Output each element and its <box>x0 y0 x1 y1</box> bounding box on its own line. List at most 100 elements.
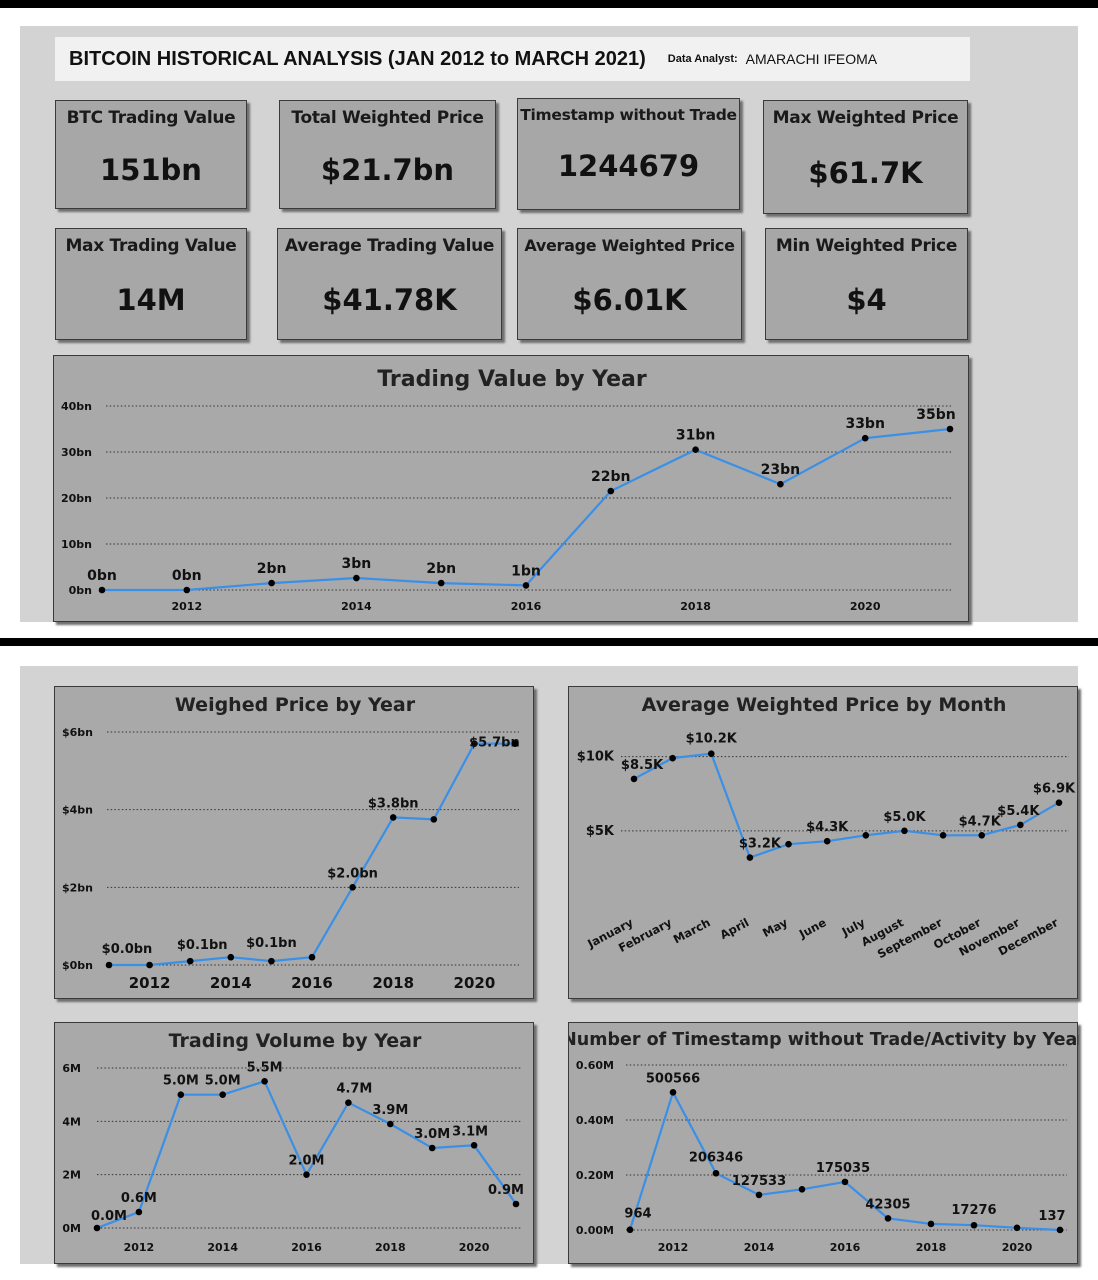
data-point <box>183 586 191 594</box>
data-label: 5.0M <box>205 1074 241 1089</box>
data-label: 3.9M <box>372 1103 408 1118</box>
analyst-name: AMARACHI IFEOMA <box>745 51 878 67</box>
data-label: 2.0M <box>289 1154 325 1169</box>
data-point <box>707 750 715 757</box>
data-label: 3.1M <box>452 1124 488 1139</box>
data-point <box>268 579 275 587</box>
data-point <box>927 1220 935 1228</box>
kpi-card-min-weighted-price: Min Weighted Price $4 <box>765 228 968 340</box>
data-label: 31bn <box>676 428 715 444</box>
kpi-card-btc-trading-value: BTC Trading Value 151bn <box>55 100 247 209</box>
data-point <box>901 827 908 835</box>
data-label: 0.9M <box>488 1183 524 1198</box>
data-point <box>1055 799 1063 806</box>
chart-title: Trading Volume by Year <box>169 1030 422 1052</box>
data-label: 0bn <box>172 568 202 584</box>
series-line <box>109 742 515 967</box>
x-tick-label: 2020 <box>1002 1241 1033 1254</box>
kpi-label: Timestamp without Trade <box>520 106 737 124</box>
data-point <box>841 1178 849 1186</box>
data-point <box>777 480 784 488</box>
chart-svg: Trading Value by Year 0bn 10bn 20bn 30bn 40bn… <box>61 367 956 613</box>
data-label: $2.0bn <box>327 866 378 881</box>
x-tick-label: 2014 <box>210 974 252 992</box>
data-label: 137 <box>1038 1209 1065 1224</box>
data-label: 2bn <box>257 561 287 577</box>
kpi-label: Max Trading Value <box>65 236 237 256</box>
chart-timestamp-without-trade-by-year: Number of Timestamp without Trade/Activi… <box>568 1022 1079 1264</box>
x-tick-label: 2012 <box>129 974 171 992</box>
data-point <box>626 1226 634 1234</box>
data-label: 3.0M <box>414 1127 450 1142</box>
x-tick-label: 2016 <box>830 1241 861 1254</box>
x-tick-label: 2014 <box>207 1241 238 1254</box>
y-tick-label: 0.20M <box>576 1169 614 1182</box>
data-point <box>861 434 869 442</box>
top-divider <box>0 0 1098 8</box>
analyst-label: Data Analyst: <box>667 53 738 65</box>
chart-title: Number of Timestamp without Trade/Activi… <box>569 1030 1079 1050</box>
x-tick-label: June <box>796 915 829 941</box>
data-point <box>349 884 356 891</box>
data-label: 0.6M <box>121 1191 157 1206</box>
x-tick-label: 2020 <box>850 600 881 613</box>
data-point <box>387 1120 394 1128</box>
y-tick-label: 0.60M <box>576 1059 614 1072</box>
x-tick-label: 2016 <box>511 600 542 613</box>
report-header: BITCOIN HISTORICAL ANALYSIS (JAN 2012 to… <box>55 37 970 81</box>
data-label: 17276 <box>951 1203 996 1218</box>
data-label: 206346 <box>689 1150 743 1165</box>
data-label: 127533 <box>732 1174 786 1189</box>
data-label: $5.4K <box>997 804 1040 819</box>
kpi-value: $61.7K <box>808 156 923 190</box>
chart-svg: Average Weighted Price by Month$5K$10KJa… <box>577 694 1076 961</box>
x-tick-label: 2014 <box>341 600 372 613</box>
data-label: $0.0bn <box>102 942 153 957</box>
x-tick-label: 2018 <box>916 1241 947 1254</box>
x-tick-label: 2018 <box>375 1241 406 1254</box>
kpi-value: $21.7bn <box>320 153 455 187</box>
data-label: 35bn <box>916 407 955 423</box>
chart-title: Average Weighted Price by Month <box>642 694 1007 716</box>
data-point <box>798 1186 806 1193</box>
y-tick-label: 10bn <box>61 538 92 551</box>
kpi-value: 14M <box>116 283 186 317</box>
data-label: $8.5K <box>621 758 664 773</box>
data-point <box>345 1099 352 1106</box>
data-label: 3bn <box>342 556 372 572</box>
chart-weighed-price-by-year: Weighed Price by Year $0bn $2bn $4bn $6bn 201… <box>54 686 534 999</box>
data-point <box>437 579 445 587</box>
chart-title: Weighed Price by Year <box>175 694 416 716</box>
data-point <box>227 953 235 961</box>
y-tick-label: 0.40M <box>576 1114 614 1127</box>
data-point <box>512 1200 520 1208</box>
kpi-value: $4 <box>846 283 887 317</box>
data-point <box>1013 1224 1021 1232</box>
data-label: 42305 <box>865 1197 910 1212</box>
y-tick-label: $0bn <box>62 959 93 972</box>
y-tick-label: 30bn <box>61 446 92 459</box>
data-point <box>177 1091 185 1098</box>
data-point <box>219 1091 226 1098</box>
y-tick-label: 0bn <box>69 584 92 597</box>
data-point <box>630 775 638 783</box>
series-line <box>633 752 1060 859</box>
data-point <box>755 1191 763 1199</box>
data-point <box>522 582 530 589</box>
x-tick-label: 2020 <box>454 974 496 992</box>
kpi-label: BTC Trading Value <box>66 108 236 128</box>
x-tick-label: 2012 <box>171 600 202 613</box>
data-point <box>669 1089 677 1096</box>
data-point <box>939 831 947 839</box>
data-label: $3.2K <box>739 837 782 852</box>
data-label: 0bn <box>87 568 117 584</box>
data-point <box>511 740 519 747</box>
chart-trading-value-by-year: Trading Value by Year 0bn 10bn 20bn 30bn 40bn… <box>53 355 969 622</box>
data-label: $5.0K <box>883 810 926 825</box>
x-tick-label: 2018 <box>372 974 414 992</box>
data-label: 5.5M <box>247 1060 283 1075</box>
x-tick-label: 2018 <box>680 600 711 613</box>
kpi-value: 1244679 <box>557 149 700 183</box>
data-label: 33bn <box>845 416 884 432</box>
kpi-card-timestamp-without-trade: Timestamp without Trade 1244679 <box>517 98 740 210</box>
